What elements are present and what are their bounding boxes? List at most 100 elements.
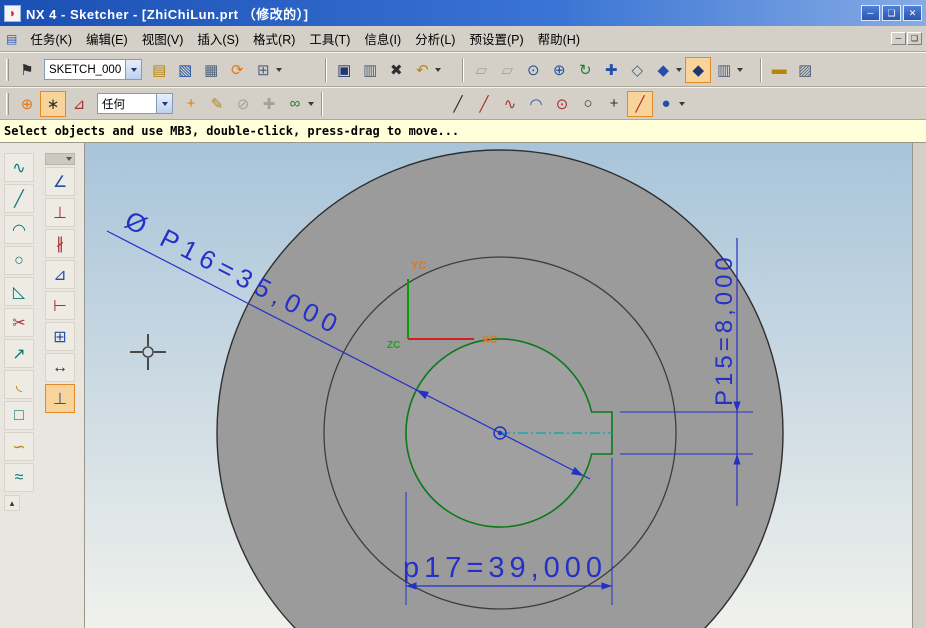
- clipped-toolbar-button[interactable]: ▨: [792, 57, 818, 83]
- snap-point-button[interactable]: ∗: [40, 91, 66, 117]
- circle-center-tool-button[interactable]: ⊙: [549, 91, 575, 117]
- view-orientation-button[interactable]: ◆: [650, 57, 676, 83]
- toolbar-separator: [325, 58, 327, 82]
- dropdown-arrow-icon[interactable]: [435, 68, 441, 72]
- menu-task[interactable]: 任务(K): [23, 26, 79, 51]
- pan-view-button[interactable]: ✚: [598, 57, 624, 83]
- undo-button[interactable]: ↶: [409, 57, 435, 83]
- sketch-attach-button[interactable]: ▤: [146, 57, 172, 83]
- shaded-view-button[interactable]: ◆: [685, 57, 711, 83]
- snap-filter-combo[interactable]: 任何: [97, 93, 173, 114]
- window-layout-button[interactable]: ▥: [711, 57, 737, 83]
- reattach-button: ▱: [468, 57, 494, 83]
- dropdown-arrow-icon[interactable]: [276, 68, 282, 72]
- save-button[interactable]: ▣: [331, 57, 357, 83]
- point-tool-button[interactable]: +: [601, 91, 627, 117]
- sphere-tool-button[interactable]: ●: [653, 91, 679, 117]
- menu-format[interactable]: 格式(R): [246, 26, 302, 51]
- prompt-bar: Select objects and use MB3, double-click…: [0, 120, 926, 143]
- grid-button[interactable]: ▦: [198, 57, 224, 83]
- delete-button[interactable]: ✖: [383, 57, 409, 83]
- unavailable-button-a: ⊘: [230, 91, 256, 117]
- create-point-button[interactable]: +: [178, 91, 204, 117]
- menu-tools[interactable]: 工具(T): [302, 26, 357, 51]
- menu-insert[interactable]: 插入(S): [190, 26, 246, 51]
- menu-information[interactable]: 信息(I): [357, 26, 408, 51]
- fit-curve-tool[interactable]: ≈: [4, 463, 34, 492]
- quick-trim-tool[interactable]: ✂: [4, 308, 34, 337]
- spline-tool-button[interactable]: ∿: [497, 91, 523, 117]
- constraints-toolbar-handle[interactable]: [45, 153, 75, 165]
- combo-dropdown-icon[interactable]: [125, 60, 141, 79]
- toolbar-grip[interactable]: [6, 59, 9, 81]
- arc-tool-button[interactable]: ◠: [523, 91, 549, 117]
- dropdown-arrow-icon[interactable]: [679, 102, 685, 106]
- arc-tool[interactable]: ◠: [4, 215, 34, 244]
- constraints-active-button[interactable]: ⊥: [45, 384, 75, 413]
- nx-application-window: ◗ NX 4 - Sketcher - [ZhiChiLun.prt （修改的）…: [0, 0, 926, 628]
- sketch-options-button[interactable]: ⊞: [250, 57, 276, 83]
- combo-dropdown-icon[interactable]: [156, 94, 172, 113]
- dropdown-arrow-icon[interactable]: [676, 68, 682, 72]
- sketch-canvas[interactable]: Ø P16=35,000 P15=8,000: [85, 143, 912, 628]
- rectangle-tool[interactable]: □: [4, 401, 34, 430]
- mdi-restore-button[interactable]: ❑: [907, 32, 922, 45]
- finish-sketch-button[interactable]: ⚑: [14, 57, 40, 83]
- line-tool[interactable]: ╱: [4, 184, 34, 213]
- ruler-button[interactable]: ▬: [766, 57, 792, 83]
- quick-line-tool-button[interactable]: ╱: [627, 91, 653, 117]
- parallel-constraint-button[interactable]: ∦: [45, 229, 75, 258]
- fillet-tool[interactable]: ◟: [4, 370, 34, 399]
- menu-edit[interactable]: 编辑(E): [79, 26, 135, 51]
- circle-tool-button[interactable]: ○: [575, 91, 601, 117]
- zoom-button[interactable]: ⊕: [546, 57, 572, 83]
- menu-analysis[interactable]: 分析(L): [408, 26, 462, 51]
- app-logo-icon[interactable]: ◗: [4, 5, 21, 22]
- document-icon[interactable]: ▤: [6, 32, 17, 46]
- print-button[interactable]: ▥: [357, 57, 383, 83]
- sketch-tools-panel: ∿ ╱ ◠ ○ ◺ ✂ ↗ ◟ □ ∽ ≈ ∠ ⊥ ∦ ⊿ ⊢ ⊞ ↔: [0, 143, 85, 628]
- wcs-zc-label: ZC: [387, 340, 400, 351]
- restore-button[interactable]: ❑: [882, 5, 901, 21]
- point-method-button[interactable]: ⊕: [14, 91, 40, 117]
- menu-view[interactable]: 视图(V): [135, 26, 191, 51]
- update-model-button[interactable]: ⟳: [224, 57, 250, 83]
- derived-lines-tool[interactable]: ◺: [4, 277, 34, 306]
- menu-preferences[interactable]: 预设置(P): [462, 26, 530, 51]
- perspective-button[interactable]: ◇: [624, 57, 650, 83]
- close-button[interactable]: ✕: [903, 5, 922, 21]
- menu-help[interactable]: 帮助(H): [531, 26, 587, 51]
- annotation-button[interactable]: ✎: [204, 91, 230, 117]
- sketch-name-combo[interactable]: SKETCH_000: [44, 59, 142, 80]
- rotate-view-button[interactable]: ↻: [572, 57, 598, 83]
- toolbar-standard: ⚑ SKETCH_000 ▤ ▧ ▦ ⟳ ⊞ ▣ ▥ ✖ ↶ ▱ ▱ ⊙ ⊕ ↻…: [0, 52, 926, 87]
- unavailable-button-b: ✚: [256, 91, 282, 117]
- window-title: NX 4 - Sketcher - [ZhiChiLun.prt （修改的）]: [26, 4, 861, 23]
- dimensions-button[interactable]: ↔: [45, 353, 75, 382]
- dimension-keyway-width-text[interactable]: P15=8,000: [711, 253, 738, 406]
- chain-curves-button[interactable]: ∞: [282, 91, 308, 117]
- horizontal-constraint-button[interactable]: ⊢: [45, 291, 75, 320]
- profile-tool[interactable]: ∿: [4, 153, 34, 182]
- tangent-constraint-button[interactable]: ⊿: [45, 260, 75, 289]
- circle-tool[interactable]: ○: [4, 246, 34, 275]
- studio-spline-tool[interactable]: ∽: [4, 432, 34, 461]
- auto-constrain-button[interactable]: ⊞: [45, 322, 75, 351]
- wcs-yc-label: YC: [411, 260, 426, 272]
- line-tool-button[interactable]: ╱: [445, 91, 471, 117]
- mdi-minimize-button[interactable]: ─: [891, 32, 906, 45]
- sketch-display-button[interactable]: ▧: [172, 57, 198, 83]
- dropdown-arrow-icon[interactable]: [308, 102, 314, 106]
- zoom-window-button[interactable]: ⊙: [520, 57, 546, 83]
- show-constraints-button[interactable]: ∠: [45, 167, 75, 196]
- toolbar-overflow-button[interactable]: ▴: [4, 495, 20, 511]
- line-point-tool-button[interactable]: ╱: [471, 91, 497, 117]
- dimension-keyway-depth-text[interactable]: p17=39,000: [403, 552, 607, 584]
- minimize-button[interactable]: ─: [861, 5, 880, 21]
- toolbar-grip[interactable]: [6, 93, 9, 115]
- quick-extend-tool[interactable]: ↗: [4, 339, 34, 368]
- perpendicular-constraint-button[interactable]: ⊥: [45, 198, 75, 227]
- constraint-symbols-button[interactable]: ⊿: [66, 91, 92, 117]
- dropdown-arrow-icon[interactable]: [737, 68, 743, 72]
- chevron-down-icon: [66, 157, 72, 161]
